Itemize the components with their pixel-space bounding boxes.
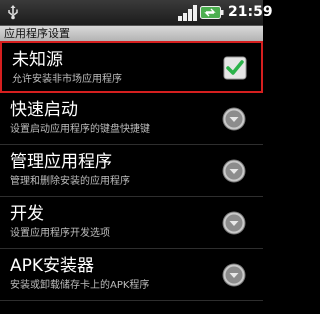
setting-subtitle: 设置启动应用程序的键盘快捷键 — [10, 124, 150, 135]
setting-apk-installer[interactable]: APK安装器 安装或卸载储存卡上的APK程序 — [0, 249, 263, 301]
clock: 21:59 — [228, 4, 273, 20]
status-bar: 21:59 — [0, 0, 273, 26]
setting-title: 未知源 — [12, 50, 63, 70]
setting-manage-apps[interactable]: 管理应用程序 管理和删除安装的应用程序 — [0, 145, 263, 197]
setting-title: 管理应用程序 — [10, 152, 112, 172]
signal-icon — [178, 5, 197, 21]
screen-title: 应用程序设置 — [4, 27, 70, 40]
usb-icon — [8, 5, 18, 20]
chevron-down-icon — [222, 211, 246, 235]
setting-title: 开发 — [10, 204, 44, 224]
chevron-down-icon — [222, 107, 246, 131]
setting-development[interactable]: 开发 设置应用程序开发选项 — [0, 197, 263, 249]
chevron-down-icon — [222, 263, 246, 287]
setting-unknown-sources[interactable]: 未知源 允许安装非市场应用程序 — [0, 41, 263, 93]
setting-quick-launch[interactable]: 快速启动 设置启动应用程序的键盘快捷键 — [0, 93, 263, 145]
setting-subtitle: 管理和删除安装的应用程序 — [10, 176, 130, 187]
settings-list: 未知源 允许安装非市场应用程序 快速启动 设置启动应用程序的键盘快捷键 管理应用… — [0, 41, 263, 301]
setting-title: 快速启动 — [10, 100, 78, 120]
screen-title-bar: 应用程序设置 — [0, 26, 263, 41]
setting-title: APK安装器 — [10, 256, 95, 276]
setting-subtitle: 允许安装非市场应用程序 — [12, 74, 122, 85]
checkbox-checked-icon[interactable] — [223, 56, 247, 80]
setting-subtitle: 设置应用程序开发选项 — [10, 228, 110, 239]
battery-icon — [200, 6, 224, 19]
setting-subtitle: 安装或卸载储存卡上的APK程序 — [10, 280, 150, 291]
chevron-down-icon — [222, 159, 246, 183]
